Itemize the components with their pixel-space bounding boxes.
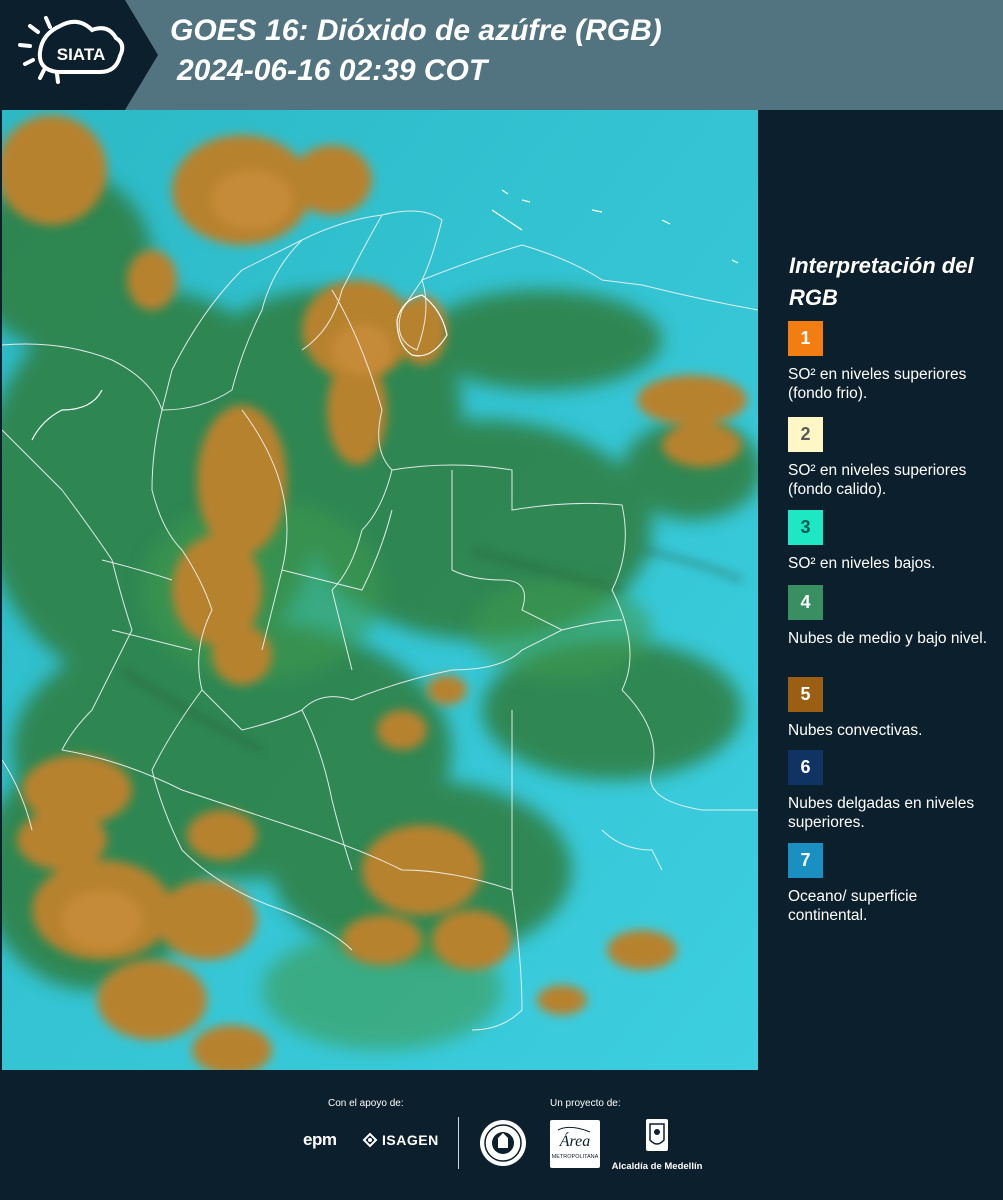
alcaldia-logo: Alcaldía de Medellín	[610, 1118, 704, 1172]
legend-swatch-4: 4	[788, 585, 823, 620]
legend-item-6: 6 Nubes delgadas en niveles superiores.	[788, 750, 998, 832]
map-title: GOES 16: Dióxido de azúfre (RGB)	[170, 14, 662, 47]
alcaldia-shield-icon	[646, 1119, 668, 1151]
legend-swatch-6: 6	[788, 750, 823, 785]
legend-swatch-1: 1	[788, 321, 823, 356]
legend-label-5: Nubes convectivas.	[788, 722, 923, 739]
siata-logo: SIATA	[0, 0, 158, 110]
map-timestamp: 2024-06-16 02:39 COT	[177, 54, 488, 87]
medellin-seal-icon	[480, 1120, 526, 1166]
legend-item-7: 7 Oceano/ superficie continental.	[788, 843, 998, 925]
legend-label-3: SO² en niveles bajos.	[788, 555, 936, 572]
legend-label-7: Oceano/ superficie continental.	[788, 888, 918, 924]
isagen-mark-icon	[362, 1132, 378, 1148]
legend-item-1: 1 SO² en niveles superiores (fondo frio)…	[788, 321, 998, 403]
legend-label-6: Nubes delgadas en niveles superiores.	[788, 795, 975, 831]
legend-item-3: 3 SO² en niveles bajos.	[788, 510, 998, 573]
legend-swatch-5: 5	[788, 677, 823, 712]
satellite-image	[2, 110, 758, 1070]
epm-logo: epm	[303, 1130, 337, 1149]
legend-label-1: SO² en niveles superiores (fondo frio).	[788, 366, 967, 402]
header: SIATA GOES 16: Dióxido de azúfre (RGB) 2…	[0, 0, 1003, 110]
legend-panel: Interpretación del RGB 1 SO² en niveles …	[760, 110, 1003, 1070]
legend-title: Interpretación del RGB	[789, 253, 974, 310]
legend-swatch-3: 3	[788, 510, 823, 545]
legend-item-4: 4 Nubes de medio y bajo nivel.	[788, 585, 998, 648]
svg-text:Área: Área	[559, 1131, 591, 1150]
support-label: Con el apoyo de:	[328, 1098, 404, 1109]
satellite-map	[2, 110, 758, 1070]
isagen-logo: ISAGEN	[362, 1132, 439, 1148]
isagen-text: ISAGEN	[382, 1132, 439, 1148]
legend-item-2: 2 SO² en niveles superiores (fondo calid…	[788, 417, 998, 507]
legend-swatch-2: 2	[788, 417, 823, 452]
footer-divider	[458, 1117, 459, 1169]
project-label: Un proyecto de:	[550, 1098, 621, 1109]
legend-swatch-7: 7	[788, 843, 823, 878]
footer: Con el apoyo de: Un proyecto de: epm ISA…	[0, 1070, 1003, 1200]
area-metropolitana-logo: Área METROPOLITANA	[550, 1120, 600, 1168]
svg-text:METROPOLITANA: METROPOLITANA	[552, 1154, 599, 1160]
legend-label-2: SO² en niveles superiores (fondo calido)…	[788, 462, 967, 498]
legend-item-5: 5 Nubes convectivas.	[788, 677, 998, 740]
legend-label-4: Nubes de medio y bajo nivel.	[788, 630, 988, 647]
siata-logo-text: SIATA	[57, 45, 105, 64]
alcaldia-label: Alcaldía de Medellín	[611, 1161, 703, 1172]
